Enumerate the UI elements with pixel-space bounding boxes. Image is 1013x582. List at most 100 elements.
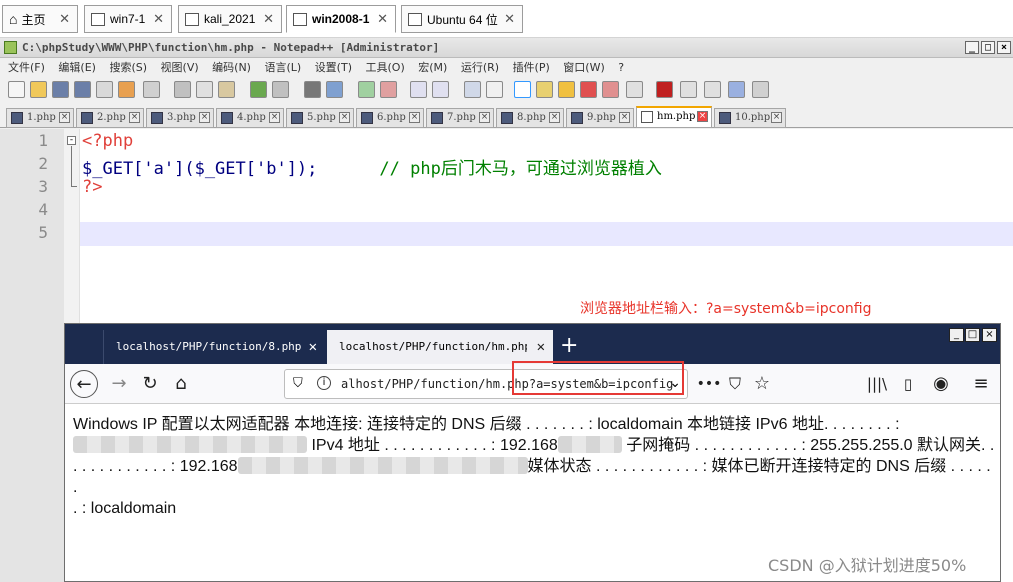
- close-tab-icon[interactable]: ×: [409, 112, 420, 123]
- indent-guide-icon[interactable]: [514, 81, 531, 98]
- file-tab[interactable]: 10.php ×: [714, 108, 786, 128]
- browser-tab-hmphp[interactable]: localhost/PHP/function/hm.php?a ✕: [327, 330, 553, 364]
- replace-icon[interactable]: [326, 81, 343, 98]
- maximize-button[interactable]: □: [981, 41, 995, 54]
- new-file-icon[interactable]: [8, 81, 25, 98]
- close-button[interactable]: ×: [982, 328, 997, 342]
- close-file-icon[interactable]: [96, 81, 113, 98]
- menu-icon[interactable]: ≡: [967, 370, 995, 398]
- redo-icon[interactable]: [272, 81, 289, 98]
- menu-run[interactable]: 运行(R): [461, 61, 499, 74]
- close-tab-icon[interactable]: ×: [129, 112, 140, 123]
- menu-search[interactable]: 搜索(S): [109, 61, 147, 74]
- sync-scroll-h-icon[interactable]: [432, 81, 449, 98]
- close-icon[interactable]: ✕: [377, 11, 388, 27]
- file-tab[interactable]: 9.php ×: [566, 108, 634, 128]
- forward-button[interactable]: →: [105, 370, 133, 398]
- menu-macro[interactable]: 宏(M): [418, 61, 447, 74]
- zoom-out-icon[interactable]: [380, 81, 397, 98]
- print-icon[interactable]: [143, 81, 160, 98]
- vm-tab-ubuntu[interactable]: Ubuntu 64 位 ✕: [401, 5, 523, 33]
- close-tab-icon[interactable]: ✕: [309, 330, 317, 364]
- info-icon[interactable]: i: [317, 376, 331, 390]
- close-tab-icon[interactable]: ✕: [537, 330, 545, 364]
- paste-icon[interactable]: [218, 81, 235, 98]
- menu-settings[interactable]: 设置(T): [315, 61, 352, 74]
- fold-minus-icon[interactable]: -: [67, 136, 76, 145]
- run-macro-multiple-icon[interactable]: [728, 81, 745, 98]
- back-button[interactable]: ←: [70, 370, 98, 398]
- save-all-icon[interactable]: [74, 81, 91, 98]
- show-all-chars-icon[interactable]: [486, 81, 503, 98]
- find-icon[interactable]: [304, 81, 321, 98]
- file-tab[interactable]: 3.php ×: [146, 108, 214, 128]
- undo-icon[interactable]: [250, 81, 267, 98]
- close-tab-icon[interactable]: ×: [269, 112, 280, 123]
- close-all-icon[interactable]: [118, 81, 135, 98]
- menu-file[interactable]: 文件(F): [8, 61, 45, 74]
- new-tab-icon[interactable]: +: [560, 332, 578, 360]
- vm-tab-win2008[interactable]: win2008-1 ✕: [286, 5, 396, 33]
- close-tab-icon[interactable]: ×: [549, 112, 560, 123]
- bookmark-star-icon[interactable]: ☆: [748, 370, 776, 398]
- close-icon[interactable]: ✕: [263, 11, 274, 27]
- browser-tab-8php[interactable]: localhost/PHP/function/8.php ✕: [103, 330, 325, 364]
- folder-workspace-icon[interactable]: [580, 81, 597, 98]
- menu-encoding[interactable]: 编码(N): [212, 61, 251, 74]
- close-icon[interactable]: ✕: [504, 11, 515, 27]
- file-tab[interactable]: 8.php ×: [496, 108, 564, 128]
- menu-tools[interactable]: 工具(O): [366, 61, 405, 74]
- menu-plugins[interactable]: 插件(P): [513, 61, 550, 74]
- doc-map-icon[interactable]: [536, 81, 553, 98]
- more-actions-icon[interactable]: •••: [695, 370, 723, 398]
- zoom-in-icon[interactable]: [358, 81, 375, 98]
- file-tab[interactable]: 1.php ×: [6, 108, 74, 128]
- open-file-icon[interactable]: [30, 81, 47, 98]
- file-tab[interactable]: 5.php ×: [286, 108, 354, 128]
- menu-window[interactable]: 窗口(W): [563, 61, 604, 74]
- close-tab-icon[interactable]: ×: [697, 111, 708, 122]
- menu-language[interactable]: 语言(L): [264, 61, 301, 74]
- vm-tab-kali[interactable]: kali_2021 ✕: [178, 5, 282, 33]
- close-tab-icon[interactable]: ×: [619, 112, 630, 123]
- account-icon[interactable]: ◉: [927, 370, 955, 398]
- monitor-icon[interactable]: [602, 81, 619, 98]
- menu-edit[interactable]: 编辑(E): [58, 61, 96, 74]
- function-list-icon[interactable]: [558, 81, 575, 98]
- file-tab[interactable]: 2.php ×: [76, 108, 144, 128]
- shield-icon[interactable]: ⛉: [293, 376, 303, 391]
- word-wrap-icon[interactable]: [464, 81, 481, 98]
- sidebar-icon[interactable]: ▯: [894, 370, 922, 398]
- stop-macro-icon[interactable]: [680, 81, 697, 98]
- save-icon[interactable]: [52, 81, 69, 98]
- close-button[interactable]: ×: [997, 41, 1011, 54]
- sync-scroll-icon[interactable]: [410, 81, 427, 98]
- close-tab-icon[interactable]: ×: [771, 112, 782, 123]
- minimize-button[interactable]: _: [949, 328, 964, 342]
- close-icon[interactable]: ✕: [153, 11, 164, 27]
- copy-icon[interactable]: [196, 81, 213, 98]
- file-tab-active[interactable]: hm.php ×: [636, 106, 712, 128]
- record-macro-icon[interactable]: [656, 81, 673, 98]
- close-icon[interactable]: ✕: [59, 11, 70, 27]
- library-icon[interactable]: |||\: [863, 370, 891, 398]
- file-tab[interactable]: 7.php ×: [426, 108, 494, 128]
- menu-view[interactable]: 视图(V): [161, 61, 199, 74]
- cut-icon[interactable]: [174, 81, 191, 98]
- file-tab[interactable]: 6.php ×: [356, 108, 424, 128]
- save-macro-icon[interactable]: [752, 81, 769, 98]
- home-icon[interactable]: ⌂: [167, 370, 195, 398]
- maximize-button[interactable]: □: [965, 328, 980, 342]
- play-macro-icon[interactable]: [704, 81, 721, 98]
- close-tab-icon[interactable]: ×: [479, 112, 490, 123]
- reload-button[interactable]: ↻: [136, 370, 164, 398]
- eye-icon[interactable]: [626, 81, 643, 98]
- minimize-button[interactable]: _: [965, 41, 979, 54]
- vm-tab-home[interactable]: ⌂ 主页 ✕: [2, 5, 78, 33]
- menu-help[interactable]: ?: [618, 61, 624, 74]
- close-tab-icon[interactable]: ×: [339, 112, 350, 123]
- close-tab-icon[interactable]: ×: [59, 112, 70, 123]
- vm-tab-win7[interactable]: win7-1 ✕: [84, 5, 172, 33]
- file-tab[interactable]: 4.php ×: [216, 108, 284, 128]
- pocket-icon[interactable]: ⛉: [721, 370, 749, 398]
